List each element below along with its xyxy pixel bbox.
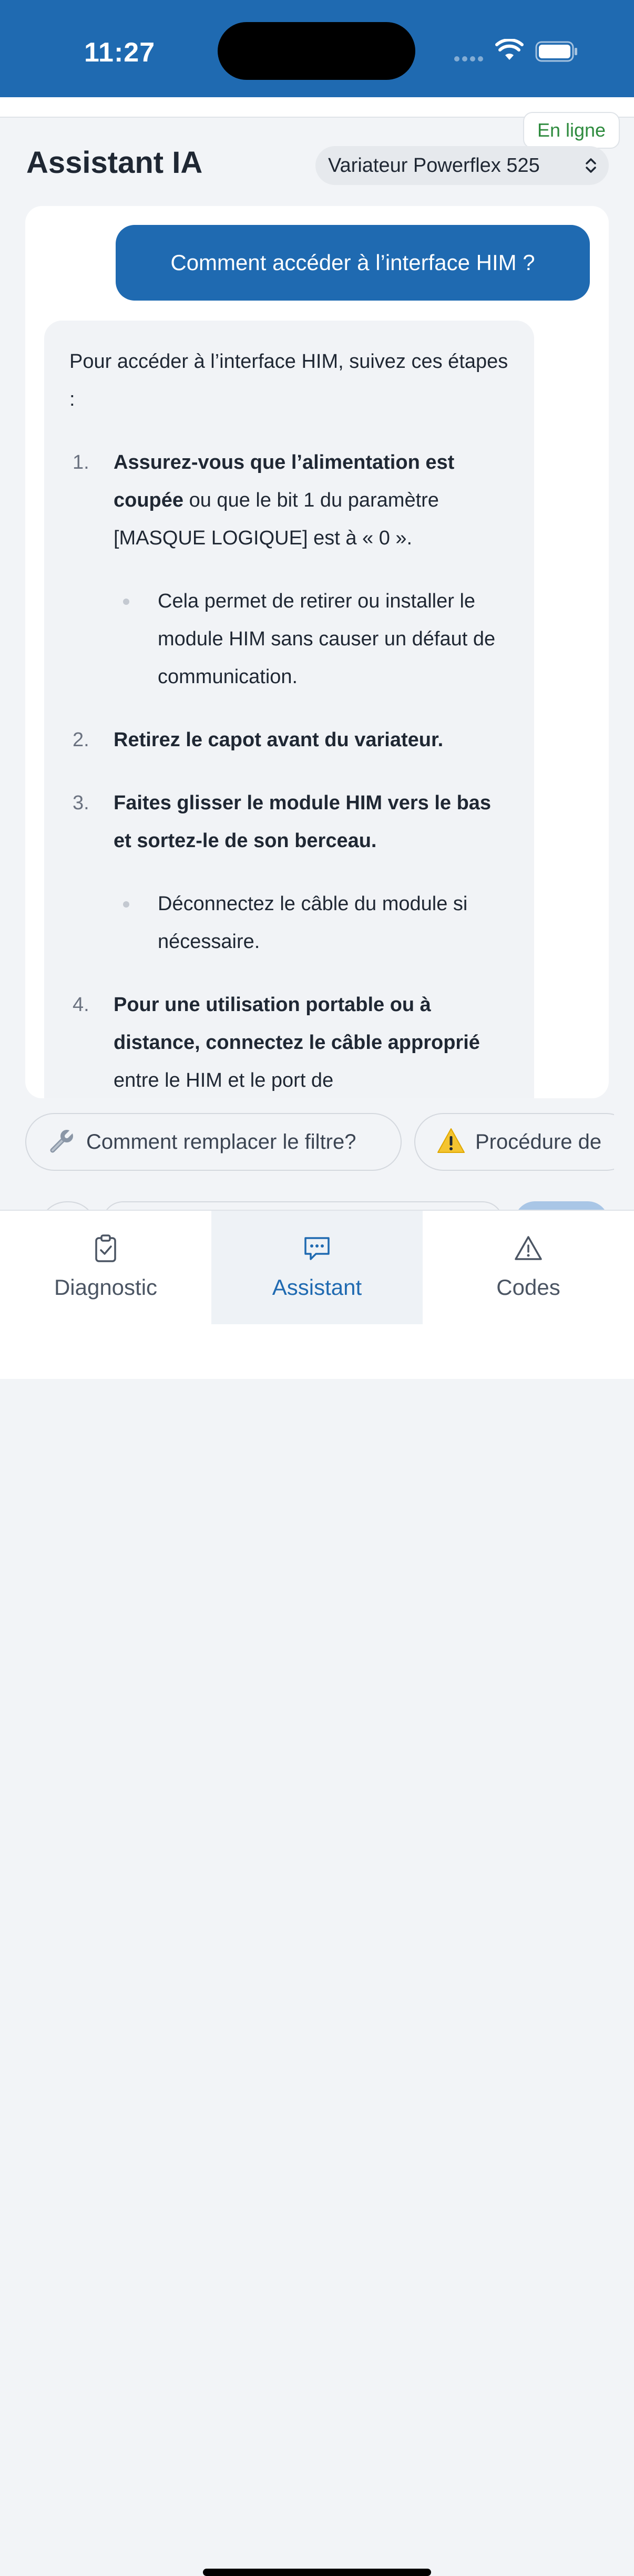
chip-label: Procédure de [475,1130,602,1153]
step-bold-text: Pour une utilisation portable ou à dista… [114,994,480,1054]
tab-label: Diagnostic [54,1275,158,1300]
list-item: 4. Pour une utilisation portable ou à di… [69,986,509,1098]
chat-bubble-icon [304,1237,330,1260]
home-indicator [203,2569,431,2576]
status-time: 11:27 [84,37,156,68]
list-item: 2. Retirez le capot avant du variateur. [69,721,509,759]
chevron-up-down-icon [586,158,596,173]
suggestion-chip-procedure[interactable]: Procédure de [414,1113,614,1171]
list-item: 3. Faites glisser le module HIM vers le … [69,784,509,860]
assistant-intro: Pour accéder à l’interface HIM, suivez c… [69,351,508,410]
online-status-badge: En ligne [523,112,620,149]
status-bar: 11:27 [0,0,634,97]
chip-label: Comment remplacer le filtre? [86,1130,356,1153]
wifi-icon [495,39,524,60]
cellular-signal-icon [454,55,486,61]
tab-label: Codes [496,1275,560,1300]
device-select[interactable]: Variateur Powerflex 525 [315,146,609,185]
sub-list-item: Cela permet de retirer ou installer le m… [69,582,509,696]
sub-item-text: Cela permet de retirer ou installer le m… [158,590,496,688]
suggestion-chips: Comment remplacer le filtre? Procédure d… [25,1113,614,1172]
warning-icon [437,1128,465,1153]
tab-label: Assistant [272,1275,362,1300]
step-text: entre le HIM et le port de [114,1069,334,1091]
bottom-tab-bar: Diagnostic Assistant Codes [0,1210,634,2576]
list-item: 1. Assurez-vous que l’alimentation est c… [69,444,509,557]
user-message-bubble: Comment accéder à l’interface HIM ? [116,225,590,301]
step-number: 2. [73,729,89,751]
warning-triangle-icon [515,1236,542,1260]
bullet-dot [123,901,129,908]
dynamic-island [218,22,415,80]
suggestion-chip-replace-filter[interactable]: Comment remplacer le filtre? [25,1113,402,1171]
step-bold-text: Retirez le capot avant du variateur. [114,729,444,751]
sub-item-text: Déconnectez le câble du module si nécess… [158,893,468,953]
step-number: 4. [73,994,89,1016]
tab-diagnostic[interactable]: Diagnostic [0,1211,211,1324]
bullet-dot [123,599,129,605]
wrench-icon [50,1128,75,1153]
battery-icon [535,41,577,62]
sub-list-item: Déconnectez le câble du module si nécess… [69,885,509,961]
assistant-message-bubble: Pour accéder à l’interface HIM, suivez c… [44,321,534,1098]
step-number: 1. [73,451,89,473]
step-bold-text: Faites glisser le module HIM vers le bas… [114,792,492,852]
step-number: 3. [73,792,89,814]
device-select-value: Variateur Powerflex 525 [328,154,540,177]
tab-codes[interactable]: Codes [423,1211,634,1324]
chat-panel[interactable]: Comment accéder à l’interface HIM ? Pour… [25,206,609,1098]
clipboard-check-icon [95,1234,116,1262]
page-title: Assistant IA [26,146,203,180]
tab-assistant[interactable]: Assistant [211,1211,423,1324]
